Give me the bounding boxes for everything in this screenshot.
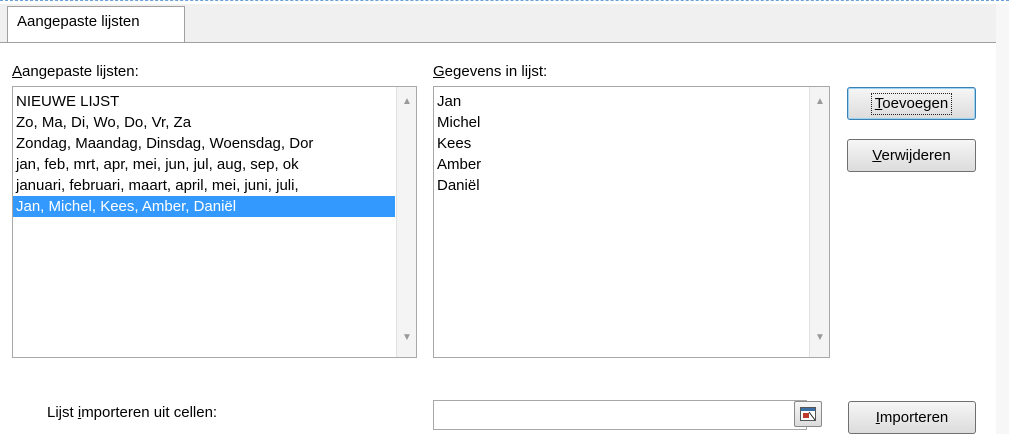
scroll-down-arrow-icon[interactable]: ▼ — [401, 333, 413, 343]
list-entry: Kees — [437, 135, 472, 152]
list-item-selected[interactable]: Jan, Michel, Kees, Amber, Daniël — [13, 196, 395, 217]
tab-custom-lists[interactable]: Aangepaste lijsten — [7, 6, 185, 44]
import-label-after: mporteren uit cellen: — [81, 404, 218, 421]
import-label-before: Lijst — [47, 404, 78, 421]
add-button-label: Toevoegen — [870, 93, 953, 115]
add-button[interactable]: Toevoegen — [847, 87, 976, 120]
list-entries-label: Gegevens in lijst: — [433, 63, 547, 80]
import-button-text: mporteren — [879, 409, 949, 426]
add-button-text: oevoegen — [882, 95, 949, 112]
list-entry: Jan — [437, 93, 462, 110]
list-entry: Daniël — [437, 177, 480, 194]
list-entries-label-text: egevens in lijst: — [444, 63, 548, 80]
range-picker-button[interactable] — [794, 401, 822, 427]
scroll-up-arrow-icon[interactable]: ▲ — [401, 97, 413, 107]
import-range-input[interactable] — [433, 400, 807, 430]
tab-label: Aangepaste lijsten — [17, 13, 140, 30]
list-entries-scrollbar[interactable]: ▲ ▼ — [809, 87, 829, 357]
import-button[interactable]: Importeren — [848, 401, 976, 434]
list-entry: Michel — [437, 114, 481, 131]
list-item[interactable]: Zondag, Maandag, Dinsdag, Woensdag, Dor — [13, 133, 395, 154]
list-entry: Amber — [437, 156, 482, 173]
list-item[interactable]: jan, feb, mrt, apr, mei, jun, jul, aug, … — [13, 154, 395, 175]
list-item[interactable]: Zo, Ma, Di, Wo, Do, Vr, Za — [13, 112, 395, 133]
list-item[interactable]: NIEUWE LIJST — [13, 91, 395, 112]
custom-lists-label-text: angepaste lijsten: — [22, 63, 139, 80]
scroll-down-arrow-icon[interactable]: ▼ — [814, 333, 826, 343]
custom-lists-listbox[interactable]: NIEUWE LIJST Zo, Ma, Di, Wo, Do, Vr, Za … — [12, 86, 417, 358]
list-item[interactable]: januari, februari, maart, april, mei, ju… — [13, 175, 395, 196]
import-label: Lijst importeren uit cellen: — [47, 404, 217, 421]
range-picker-icon — [800, 407, 816, 421]
list-entries-label-mnemonic: G — [433, 63, 445, 80]
delete-button[interactable]: Verwijderen — [847, 139, 976, 172]
custom-lists-label: Aangepaste lijsten: — [12, 63, 139, 80]
scroll-up-arrow-icon[interactable]: ▲ — [814, 97, 826, 107]
dialog-top-border — [0, 0, 1009, 3]
delete-button-text: erwijderen — [881, 147, 951, 164]
dialog-right-edge — [996, 4, 1009, 434]
custom-lists-scrollbar[interactable]: ▲ ▼ — [396, 87, 416, 357]
list-entries-textarea[interactable]: Jan Michel Kees Amber Daniël ▲ ▼ — [433, 86, 830, 358]
custom-lists-label-mnemonic: A — [12, 63, 23, 80]
